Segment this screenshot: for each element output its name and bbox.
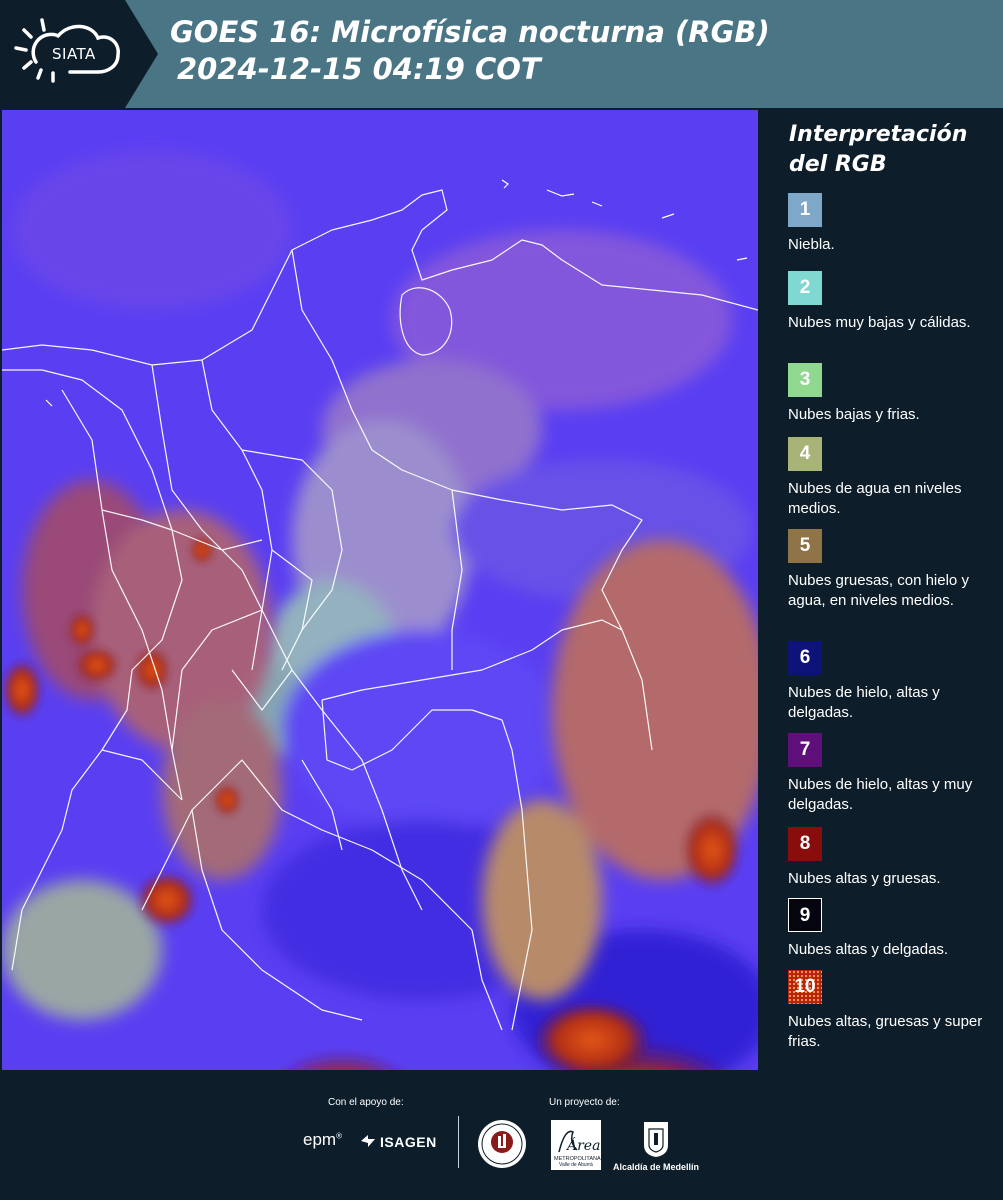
- alcaldia-logo-text: Alcaldía de Medellín: [613, 1162, 700, 1172]
- legend-title-line2: del RGB: [789, 152, 887, 177]
- legend-title: Interpretación del RGB: [789, 120, 967, 180]
- legend-swatch: 8: [788, 827, 822, 861]
- legend-label: Nubes de hielo, altas y muy delgadas.: [788, 776, 973, 813]
- page-title: GOES 16: Microfísica nocturna (RGB) 2024…: [170, 14, 770, 88]
- siata-logo-text: SIATA: [52, 45, 96, 63]
- rgb-legend: Interpretación del RGB 1 Niebla. 2 Nubes…: [760, 108, 1003, 1070]
- legend-swatch: 4: [788, 437, 822, 471]
- alcaldia-shield-icon: [644, 1122, 668, 1157]
- footer-divider: [458, 1116, 459, 1168]
- isagen-icon: [361, 1135, 375, 1147]
- legend-title-line1: Interpretación: [789, 122, 968, 147]
- area-logo-region: Valle de Aburrá: [559, 1162, 593, 1168]
- legend-swatch: 10: [788, 970, 822, 1004]
- legend-label: Niebla.: [788, 236, 835, 253]
- area-logo-text: Área: [565, 1136, 600, 1154]
- project-label: Un proyecto de:: [549, 1097, 620, 1108]
- legend-item: 8 Nubes altas y gruesas.: [788, 827, 998, 889]
- legend-item: 6 Nubes de hielo, altas y delgadas.: [788, 641, 998, 723]
- isagen-logo: ISAGEN: [380, 1134, 437, 1150]
- legend-swatch: 1: [788, 193, 822, 227]
- legend-swatch: 2: [788, 271, 822, 305]
- legend-item: 5 Nubes gruesas, con hielo y agua, en ni…: [788, 529, 998, 611]
- epm-logo-text: epm: [303, 1130, 337, 1149]
- legend-item: 9 Nubes altas y delgadas.: [788, 898, 998, 960]
- registered-mark: ®: [336, 1131, 342, 1141]
- legend-swatch: 6: [788, 641, 822, 675]
- epm-logo: epm®: [303, 1130, 342, 1150]
- legend-item: 4 Nubes de agua en niveles medios.: [788, 437, 998, 519]
- medellin-seal-logo: [478, 1120, 526, 1168]
- header: SIATA GOES 16: Microfísica nocturna (RGB…: [0, 0, 1003, 108]
- legend-label: Nubes altas, gruesas y super frias.: [788, 1013, 983, 1050]
- legend-label: Nubes altas y delgadas.: [788, 941, 949, 958]
- legend-swatch: 7: [788, 733, 822, 767]
- legend-item: 10 Nubes altas, gruesas y super frias.: [788, 970, 998, 1052]
- legend-label: Nubes de agua en niveles medios.: [788, 480, 962, 517]
- legend-label: Nubes altas y gruesas.: [788, 870, 941, 887]
- title-product: GOES 16: Microfísica nocturna (RGB): [170, 15, 770, 49]
- legend-item: 7 Nubes de hielo, altas y muy delgadas.: [788, 733, 998, 815]
- legend-swatch: 3: [788, 363, 822, 397]
- support-label: Con el apoyo de:: [328, 1097, 404, 1108]
- satellite-rgb-map: [2, 110, 758, 1070]
- footer: Con el apoyo de: Un proyecto de: epm® IS…: [0, 1070, 1003, 1200]
- legend-item: 1 Niebla.: [788, 193, 998, 255]
- area-metropolitana-logo: Área METROPOLITANA Valle de Aburrá: [551, 1120, 601, 1170]
- legend-label: Nubes bajas y frias.: [788, 406, 920, 423]
- legend-swatch: 9: [788, 898, 822, 932]
- legend-item: 3 Nubes bajas y frias.: [788, 363, 998, 425]
- legend-swatch: 5: [788, 529, 822, 563]
- legend-item: 2 Nubes muy bajas y cálidas.: [788, 271, 998, 333]
- title-timestamp: 2024-12-15 04:19 COT: [177, 52, 541, 86]
- legend-label: Nubes de hielo, altas y delgadas.: [788, 684, 940, 721]
- legend-label: Nubes gruesas, con hielo y agua, en nive…: [788, 572, 969, 609]
- legend-label: Nubes muy bajas y cálidas.: [788, 314, 971, 331]
